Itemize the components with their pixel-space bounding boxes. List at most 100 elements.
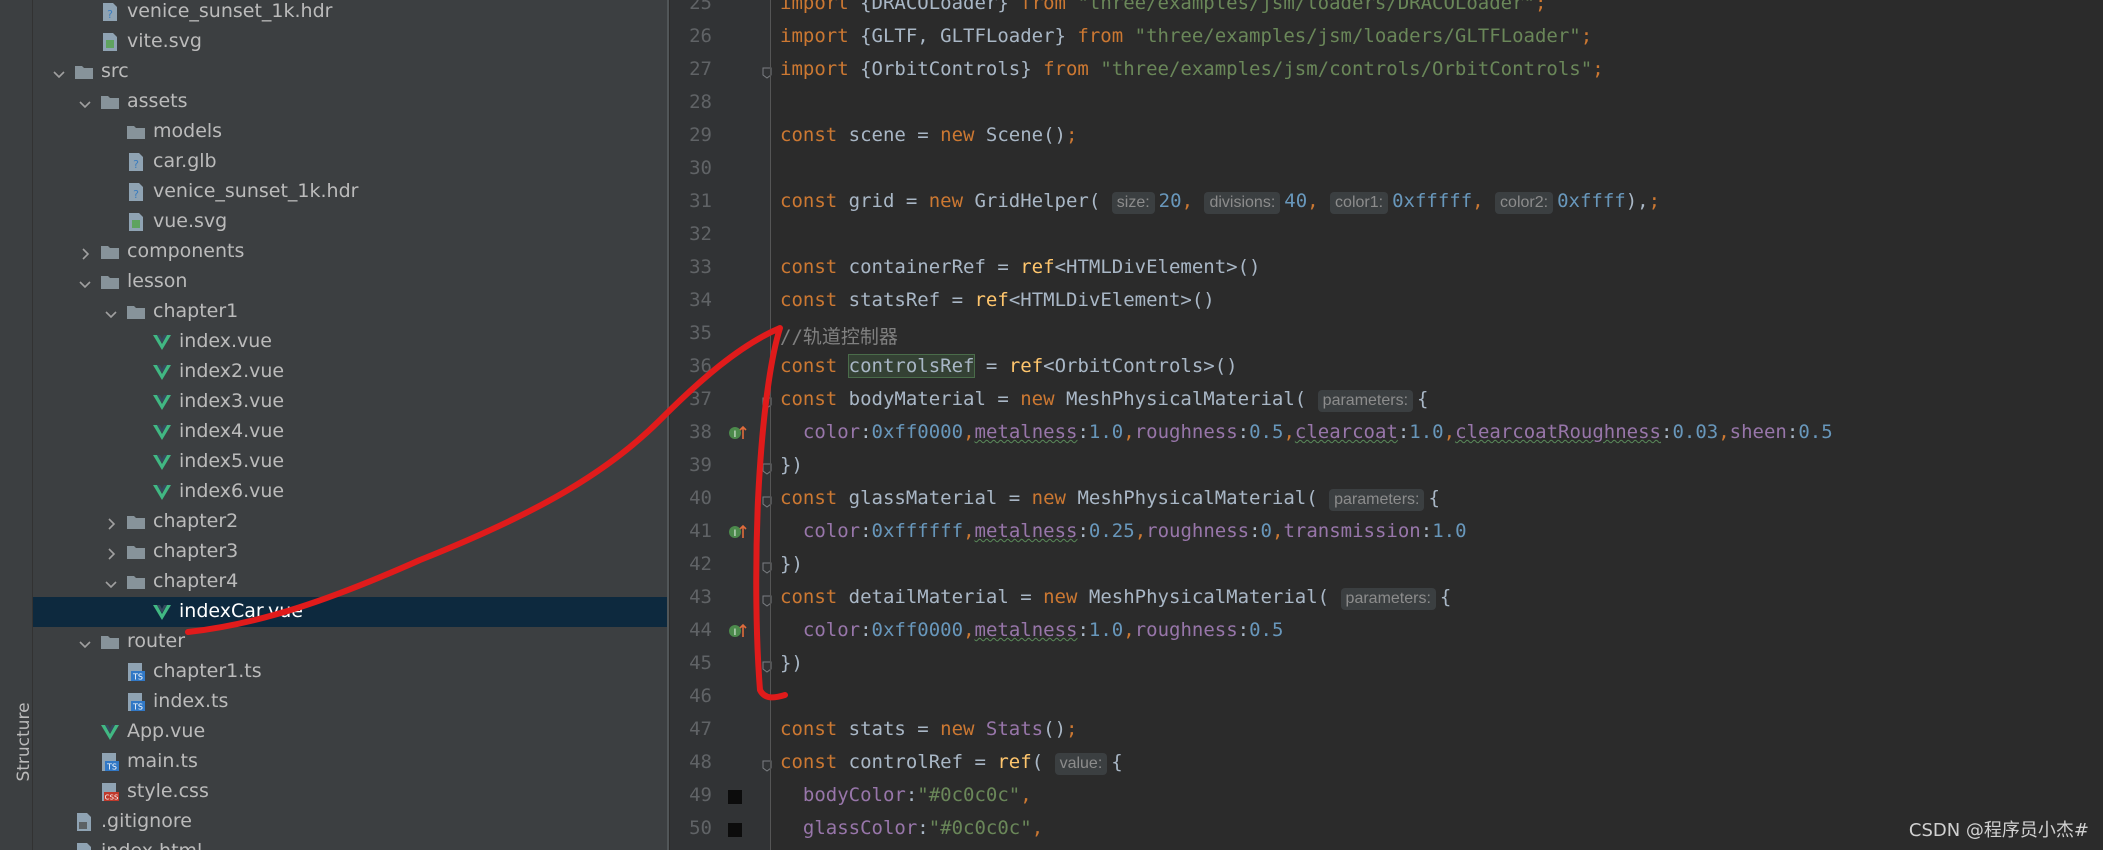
- svg-text:TS: TS: [132, 673, 143, 682]
- code-token: ,: [963, 421, 975, 443]
- tree-item[interactable]: router: [33, 627, 667, 657]
- tree-item[interactable]: index5.vue: [33, 447, 667, 477]
- code-line[interactable]: import {GLTF, GLTFLoader} from "three/ex…: [780, 25, 1592, 47]
- watermark: CSDN @程序员小杰#: [1908, 820, 2089, 841]
- code-line[interactable]: const grid = new GridHelper( size: 20, di…: [780, 190, 1660, 214]
- code-line[interactable]: const detailMaterial = new MeshPhysicalM…: [780, 586, 1451, 610]
- code-token: ,: [1134, 520, 1147, 542]
- code-token: 0: [1260, 520, 1272, 542]
- implements-gutter-icon[interactable]: I: [728, 423, 748, 443]
- code-line[interactable]: color:0xffffff,metalness:0.25,roughness:…: [780, 520, 1467, 542]
- tree-item[interactable]: index.vue: [33, 327, 667, 357]
- gitignore-file-icon: [73, 811, 95, 833]
- chevron-down-icon[interactable]: [53, 65, 65, 79]
- code-line[interactable]: const stats = new Stats();: [780, 718, 1077, 740]
- code-line[interactable]: const controlRef = ref( value:{: [780, 751, 1123, 775]
- chevron-down-icon[interactable]: [79, 275, 91, 289]
- code-line[interactable]: const statsRef = ref<HTMLDivElement>(): [780, 289, 1215, 311]
- svg-text:?: ?: [107, 8, 113, 21]
- tree-item[interactable]: chapter3: [33, 537, 667, 567]
- code-token: containerRef =: [848, 256, 1021, 278]
- chevron-down-icon[interactable]: [79, 635, 91, 649]
- code-token: :: [1237, 421, 1250, 443]
- tree-item[interactable]: ? car.glb: [33, 147, 667, 177]
- code-line[interactable]: const controlsRef = ref<OrbitControls>(): [780, 354, 1238, 378]
- code-token: ;: [1592, 58, 1604, 80]
- tree-item[interactable]: src: [33, 57, 667, 87]
- tree-item[interactable]: TS chapter1.ts: [33, 657, 667, 687]
- color-swatch-icon[interactable]: [728, 790, 742, 804]
- implements-gutter-icon[interactable]: I: [728, 621, 748, 641]
- code-token: 0.5: [1249, 619, 1284, 641]
- tree-item-label: style.css: [127, 780, 209, 802]
- tree-item[interactable]: TS main.ts: [33, 747, 667, 777]
- code-line[interactable]: import {DRACOLoader} from "three/example…: [780, 0, 1546, 14]
- tree-item[interactable]: ? venice_sunset_1k.hdr: [33, 0, 667, 27]
- code-line[interactable]: }): [780, 454, 803, 476]
- chevron-right-icon[interactable]: [105, 545, 117, 560]
- code-line[interactable]: color:0xff0000,metalness:1.0,roughness:0…: [780, 619, 1284, 641]
- code-token: roughness: [1134, 619, 1238, 641]
- code-line[interactable]: //轨道控制器: [780, 322, 898, 349]
- code-line[interactable]: const bodyMaterial = new MeshPhysicalMat…: [780, 388, 1429, 412]
- code-token: const: [780, 487, 849, 509]
- tree-item-label: venice_sunset_1k.hdr: [153, 180, 359, 202]
- chevron-down-icon[interactable]: [79, 95, 91, 109]
- chevron-right-icon[interactable]: [79, 245, 91, 260]
- color-swatch-icon[interactable]: [728, 823, 742, 837]
- code-line[interactable]: const scene = new Scene();: [780, 124, 1077, 146]
- code-line[interactable]: const glassMaterial = new MeshPhysicalMa…: [780, 487, 1440, 511]
- tree-item[interactable]: vue.svg: [33, 207, 667, 237]
- unknown-file-icon: ?: [125, 151, 147, 173]
- code-token: Scene(): [985, 124, 1066, 146]
- tree-item[interactable]: index4.vue: [33, 417, 667, 447]
- tree-item[interactable]: lesson: [33, 267, 667, 297]
- chevron-right-icon[interactable]: [105, 515, 117, 530]
- code-line[interactable]: }): [780, 553, 803, 575]
- code-token: ;: [1535, 0, 1547, 14]
- code-token: ,: [963, 520, 975, 542]
- tree-item[interactable]: chapter4: [33, 567, 667, 597]
- code-line[interactable]: glassColor:"#0c0c0c",: [780, 817, 1043, 839]
- line-number: 48: [689, 751, 712, 773]
- tree-item[interactable]: index3.vue: [33, 387, 667, 417]
- parameter-hint: parameters:: [1340, 588, 1436, 610]
- line-number: 43: [689, 586, 712, 608]
- implements-gutter-icon[interactable]: I: [728, 522, 748, 542]
- tree-item[interactable]: index2.vue: [33, 357, 667, 387]
- gutter-divider: [770, 0, 771, 850]
- tree-item[interactable]: index6.vue: [33, 477, 667, 507]
- code-line[interactable]: const containerRef = ref<HTMLDivElement>…: [780, 256, 1260, 278]
- chevron-down-icon[interactable]: [105, 575, 117, 589]
- structure-tab[interactable]: Structure: [4, 672, 34, 832]
- chevron-down-icon[interactable]: [105, 305, 117, 319]
- project-tree[interactable]: ? venice_sunset_1k.hdr vite.svg src assets mo…: [33, 0, 667, 850]
- tree-item[interactable]: indexCar.vue: [33, 597, 667, 627]
- tree-item[interactable]: TS index.ts: [33, 687, 667, 717]
- code-line[interactable]: color:0xff0000,metalness:1.0,roughness:0…: [780, 421, 1833, 443]
- hdr-file-icon: ?: [125, 181, 147, 203]
- code-line[interactable]: import {OrbitControls} from "three/examp…: [780, 58, 1604, 80]
- tree-item[interactable]: assets: [33, 87, 667, 117]
- code-token: 0.03: [1672, 421, 1719, 443]
- tree-item[interactable]: components: [33, 237, 667, 267]
- editor-gutter: 25 26 27 28 29 30 31 32 33 34 35 36 37 38 I 39 40 41 I 42 43…: [670, 0, 772, 850]
- tree-item[interactable]: .gitignore: [33, 807, 667, 837]
- code-token: {: [1439, 586, 1452, 608]
- tree-item[interactable]: vite.svg: [33, 27, 667, 57]
- line-number: 36: [689, 355, 712, 377]
- tree-item[interactable]: index.html: [33, 837, 667, 850]
- tree-item[interactable]: CSS style.css: [33, 777, 667, 807]
- tree-item[interactable]: chapter2: [33, 507, 667, 537]
- code-editor[interactable]: 25 26 27 28 29 30 31 32 33 34 35 36 37 38 I 39 40 41 I 42 43…: [670, 0, 2103, 850]
- tree-item[interactable]: App.vue: [33, 717, 667, 747]
- tree-item[interactable]: chapter1: [33, 297, 667, 327]
- code-line[interactable]: bodyColor:"#0c0c0c",: [780, 784, 1032, 806]
- line-number: 39: [689, 454, 712, 476]
- line-number: 44: [689, 619, 712, 641]
- tree-item[interactable]: models: [33, 117, 667, 147]
- code-token: ),: [1625, 190, 1649, 212]
- code-line[interactable]: }): [780, 652, 803, 674]
- svg-text:CSS: CSS: [105, 794, 119, 802]
- tree-item[interactable]: ? venice_sunset_1k.hdr: [33, 177, 667, 207]
